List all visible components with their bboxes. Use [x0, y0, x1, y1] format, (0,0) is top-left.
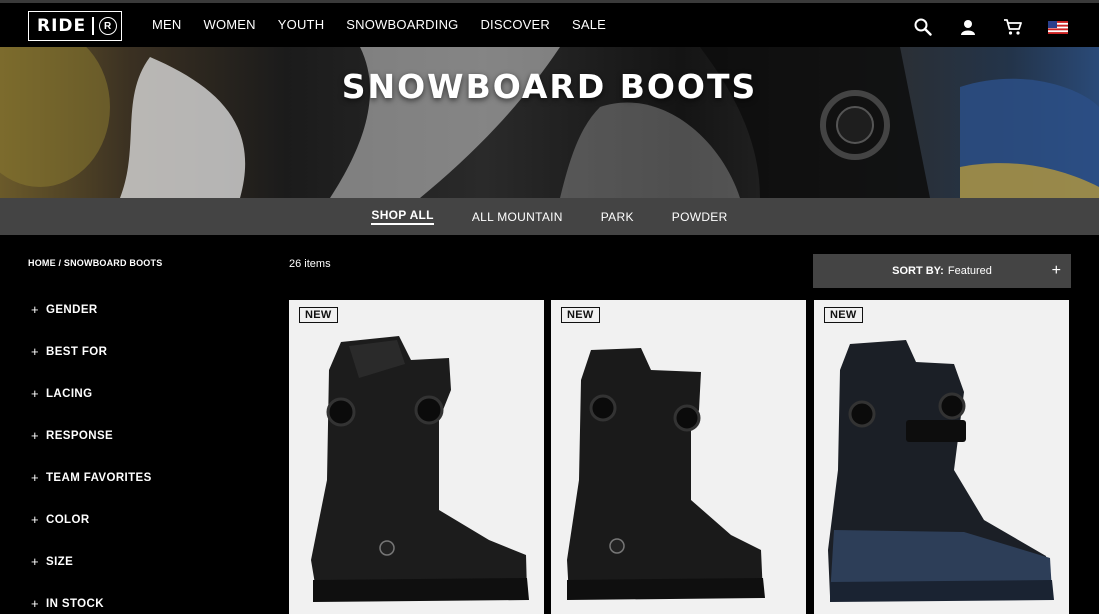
tab-all-mountain[interactable]: ALL MOUNTAIN: [472, 210, 563, 224]
hero-banner: SNOWBOARD BOOTS: [0, 47, 1099, 198]
search-icon[interactable]: [912, 16, 934, 38]
filter-label: TEAM FAVORITES: [46, 472, 152, 484]
top-navigation: RIDE R MEN WOMEN YOUTH SNOWBOARDING DISC…: [0, 0, 1099, 47]
nav-women[interactable]: WOMEN: [204, 17, 256, 32]
account-icon[interactable]: [957, 16, 979, 38]
product-card[interactable]: NEW: [551, 300, 806, 614]
cart-icon[interactable]: [1002, 16, 1024, 38]
ride-logo[interactable]: RIDE R: [28, 11, 122, 41]
plus-icon: +: [31, 470, 39, 485]
sort-value: Featured: [947, 265, 992, 277]
nav-snowboarding[interactable]: SNOWBOARDING: [346, 17, 458, 32]
boot-image: [567, 348, 765, 600]
filter-in-stock[interactable]: + IN STOCK: [31, 596, 152, 614]
nav-discover[interactable]: DISCOVER: [480, 17, 550, 32]
filter-sidebar: + GENDER + BEST FOR + LACING + RESPONSE + TEA…: [31, 302, 152, 614]
utility-icons: [889, 16, 1069, 38]
tab-shop-all[interactable]: SHOP ALL: [371, 208, 434, 225]
plus-icon: +: [31, 554, 39, 569]
filter-lacing[interactable]: + LACING: [31, 386, 152, 430]
filter-label: BEST FOR: [46, 346, 108, 358]
results-count: 26 items: [289, 258, 331, 270]
sort-dropdown[interactable]: SORT BY: Featured +: [813, 254, 1071, 288]
filter-label: SIZE: [46, 556, 74, 568]
plus-icon: +: [31, 344, 39, 359]
new-badge: NEW: [824, 307, 863, 323]
main-nav: MEN WOMEN YOUTH SNOWBOARDING DISCOVER SA…: [152, 17, 628, 32]
product-card[interactable]: NEW: [814, 300, 1069, 614]
logo-mark-icon: R: [98, 17, 117, 35]
filter-label: COLOR: [46, 514, 90, 526]
us-flag-icon[interactable]: [1047, 16, 1069, 38]
page-title: SNOWBOARD BOOTS: [341, 67, 758, 106]
filter-gender[interactable]: + GENDER: [31, 302, 152, 346]
filter-color[interactable]: + COLOR: [31, 512, 152, 556]
filter-label: GENDER: [46, 304, 98, 316]
filter-best-for[interactable]: + BEST FOR: [31, 344, 152, 388]
filter-size[interactable]: + SIZE: [31, 554, 152, 598]
category-tabs: SHOP ALL ALL MOUNTAIN PARK POWDER: [0, 198, 1099, 235]
breadcrumb[interactable]: HOME / SNOWBOARD BOOTS: [28, 258, 162, 268]
filter-response[interactable]: + RESPONSE: [31, 428, 152, 472]
plus-icon: +: [31, 512, 39, 527]
product-card[interactable]: NEW: [289, 300, 544, 614]
filter-team-favorites[interactable]: + TEAM FAVORITES: [31, 470, 152, 514]
filter-label: RESPONSE: [46, 430, 114, 442]
filter-label: LACING: [46, 388, 93, 400]
plus-icon: +: [31, 302, 39, 317]
plus-icon: +: [31, 386, 39, 401]
plus-icon: +: [31, 428, 39, 443]
new-badge: NEW: [561, 307, 600, 323]
nav-men[interactable]: MEN: [152, 17, 182, 32]
tab-powder[interactable]: POWDER: [672, 210, 728, 224]
logo-divider: [92, 17, 94, 35]
nav-youth[interactable]: YOUTH: [278, 17, 325, 32]
boot-image: [311, 336, 529, 602]
new-badge: NEW: [299, 307, 338, 323]
sort-label: SORT BY:: [892, 265, 944, 277]
logo-text: RIDE: [37, 16, 87, 36]
tab-park[interactable]: PARK: [601, 210, 634, 224]
plus-icon: +: [1051, 262, 1061, 279]
plus-icon: +: [31, 596, 39, 611]
nav-sale[interactable]: SALE: [572, 17, 606, 32]
filter-label: IN STOCK: [46, 598, 104, 610]
boot-image: [828, 340, 1054, 602]
